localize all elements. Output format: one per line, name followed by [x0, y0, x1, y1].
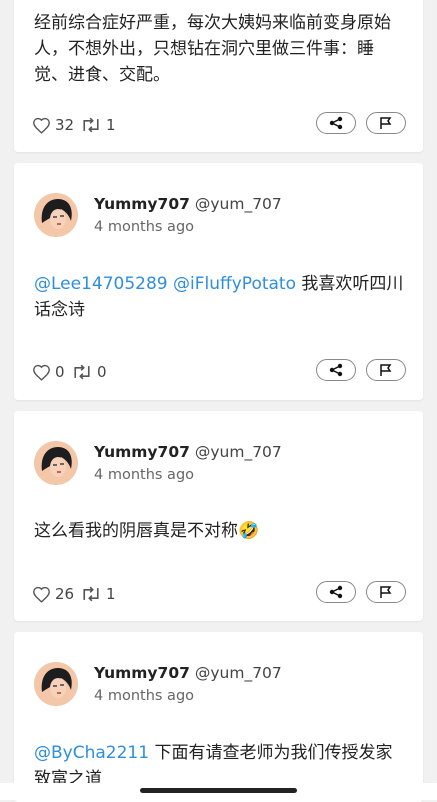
post-time: 4 months ago	[94, 219, 195, 235]
mention-link[interactable]: @iFluffyPotato	[173, 274, 296, 294]
share-button[interactable]	[316, 112, 356, 134]
post-time: 4 months ago	[94, 688, 195, 704]
post-card: Yummy707 @yum_707 4 months ago 这么看我的阴唇真是…	[14, 411, 423, 621]
post-actions: 26 1	[14, 581, 423, 609]
repost-button[interactable]: 0	[71, 363, 107, 381]
avatar[interactable]	[34, 193, 78, 237]
home-indicator[interactable]	[140, 788, 297, 793]
heart-icon	[33, 364, 50, 381]
like-button[interactable]: 32	[32, 116, 74, 134]
share-button[interactable]	[316, 359, 356, 381]
mention-link[interactable]: @ByCha2211	[34, 743, 149, 763]
repost-icon	[74, 364, 90, 380]
like-button[interactable]: 0	[32, 363, 65, 381]
share-icon	[329, 363, 343, 377]
author-handle: @yum_707	[194, 443, 282, 461]
mention-link[interactable]: @Lee14705289	[34, 274, 168, 294]
share-icon	[329, 116, 343, 130]
author[interactable]: Yummy707 @yum_707	[94, 664, 282, 682]
post-card: Yummy707 @yum_707 4 months ago @Lee14705…	[14, 163, 423, 400]
author-name: Yummy707	[94, 664, 190, 682]
repost-icon	[83, 586, 99, 602]
report-button[interactable]	[366, 581, 406, 603]
repost-icon	[83, 117, 99, 133]
post-text: 经前综合症好严重，每次大姨妈来临前变身原始人，不想外出，只想钻在洞穴里做三件事：…	[34, 13, 391, 85]
post-time: 4 months ago	[94, 467, 195, 483]
repost-count: 0	[97, 363, 107, 381]
share-icon	[329, 585, 343, 599]
avatar[interactable]	[34, 441, 78, 485]
avatar[interactable]	[34, 662, 78, 706]
heart-icon	[33, 117, 50, 134]
post-text: 这么看我的阴唇真是不对称🤣	[34, 521, 260, 541]
repost-count: 1	[106, 116, 116, 134]
author[interactable]: Yummy707 @yum_707	[94, 195, 282, 213]
flag-icon	[380, 117, 392, 129]
heart-icon	[33, 586, 50, 603]
author[interactable]: Yummy707 @yum_707	[94, 443, 282, 461]
post-card: 经前综合症好严重，每次大姨妈来临前变身原始人，不想外出，只想钻在洞穴里做三件事：…	[14, 0, 423, 152]
author-name: Yummy707	[94, 443, 190, 461]
like-count: 0	[55, 363, 65, 381]
author-name: Yummy707	[94, 195, 190, 213]
repost-button[interactable]: 1	[80, 116, 116, 134]
author-handle: @yum_707	[194, 664, 282, 682]
post-text: @Lee14705289 @iFluffyPotato 我喜欢听四川话念诗	[34, 271, 405, 323]
repost-button[interactable]: 1	[80, 585, 116, 603]
repost-count: 1	[106, 585, 116, 603]
flag-icon	[380, 586, 392, 598]
flag-icon	[380, 364, 392, 376]
like-button[interactable]: 26	[32, 585, 74, 603]
like-count: 26	[55, 585, 75, 603]
post-actions: 32 1	[14, 112, 423, 140]
like-count: 32	[55, 116, 75, 134]
report-button[interactable]	[366, 359, 406, 381]
report-button[interactable]	[366, 112, 406, 134]
post-actions: 0 0	[14, 359, 423, 387]
share-button[interactable]	[316, 581, 356, 603]
post-card: Yummy707 @yum_707 4 months ago @ByCha221…	[14, 632, 423, 802]
author-handle: @yum_707	[194, 195, 282, 213]
